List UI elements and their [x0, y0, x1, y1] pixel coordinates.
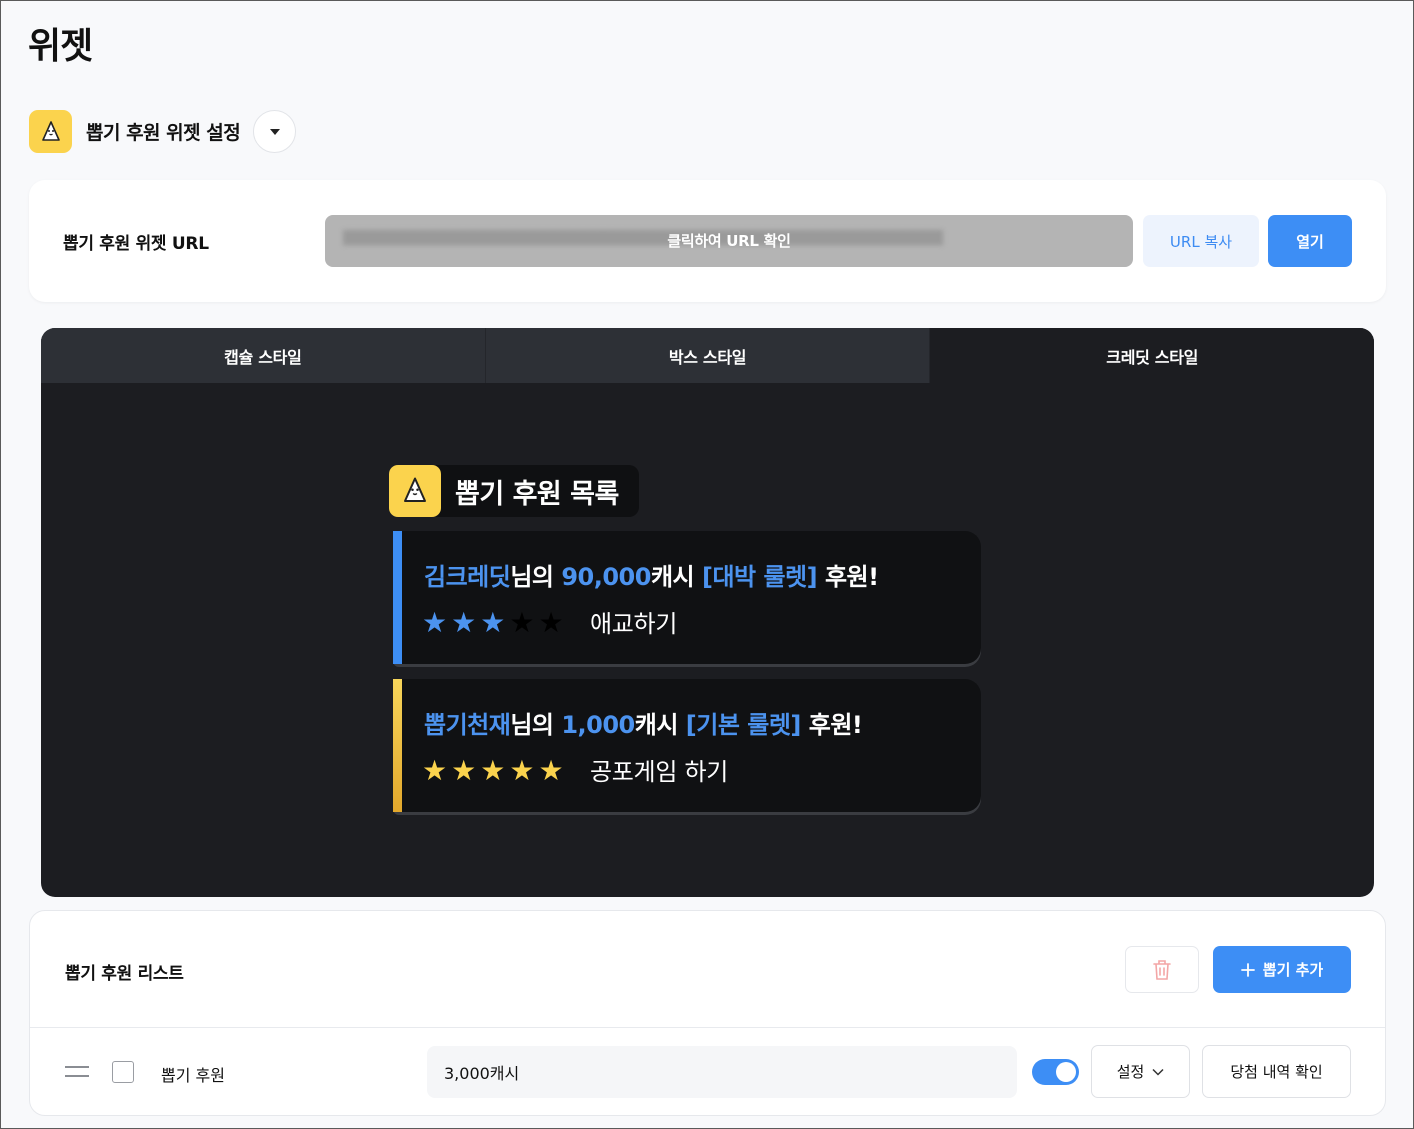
widget-preview: 캡슐 스타일 박스 스타일 크레딧 스타일 뽑기 후원 목록 김크레딧님의 90…: [41, 328, 1374, 897]
widget-url-label: 뽑기 후원 위젯 URL: [63, 234, 209, 254]
widget-selector: 뽑기 후원 위젯 설정: [29, 110, 297, 153]
star-filled-icon: ★: [538, 754, 564, 787]
star-empty-icon: ★: [509, 606, 535, 639]
widget-url-card: 뽑기 후원 위젯 URL ███████████████████████████…: [29, 180, 1386, 302]
widget-dropdown-button[interactable]: [253, 110, 297, 153]
toggle-knob: [1056, 1062, 1076, 1082]
star-filled-icon: ★: [509, 754, 535, 787]
entry-description: 애교하기: [590, 610, 678, 638]
trash-icon: [1153, 959, 1171, 980]
star-filled-icon: ★: [480, 754, 506, 787]
star-filled-icon: ★: [451, 754, 477, 787]
divider: [30, 1027, 1385, 1028]
entry-message: 뽑기천재님의 1,000캐시 [기본 룰렛] 후원!: [424, 711, 863, 739]
entry-accent-bar: [393, 531, 402, 664]
caret-down-icon: [269, 128, 280, 135]
donation-entry: 뽑기천재님의 1,000캐시 [기본 룰렛] 후원! ★ ★ ★ ★ ★ 공포게임 하기: [393, 679, 981, 812]
enable-toggle[interactable]: [1032, 1059, 1079, 1085]
entry-message: 김크레딧님의 90,000캐시 [대박 룰렛] 후원!: [424, 563, 879, 591]
donation-list-card: 뽑기 후원 리스트 뽑기 추가 뽑기 후원 3,000캐시 설정 당첨 내역 확…: [29, 910, 1386, 1116]
style-tabs: 캡슐 스타일 박스 스타일 크레딧 스타일: [41, 328, 1374, 383]
tab-box-style[interactable]: 박스 스타일: [484, 328, 930, 383]
star-filled-icon: ★: [451, 606, 477, 639]
add-draw-label: 뽑기 추가: [1262, 961, 1324, 979]
settings-label: 설정: [1116, 1063, 1145, 1081]
widget-url-field[interactable]: ████████████████████████████████████████…: [325, 215, 1133, 267]
row-name: 뽑기 후원: [161, 1066, 225, 1085]
tab-capsule-style[interactable]: 캡슐 스타일: [41, 328, 485, 383]
plus-icon: [1240, 962, 1255, 977]
open-url-button[interactable]: 열기: [1268, 215, 1352, 267]
amount-input[interactable]: 3,000캐시: [427, 1046, 1017, 1098]
donation-widget: 뽑기 후원 목록 김크레딧님의 90,000캐시 [대박 룰렛] 후원! ★ ★ ★…: [389, 465, 981, 812]
chevron-down-icon: [1152, 1068, 1164, 1076]
copy-url-button[interactable]: URL 복사: [1143, 215, 1259, 267]
widget-header: 뽑기 후원 목록: [389, 465, 639, 517]
star-filled-icon: ★: [422, 754, 448, 787]
widget-title: 뽑기 후원 목록: [455, 478, 619, 510]
add-draw-button[interactable]: 뽑기 추가: [1213, 946, 1351, 993]
rating-stars: ★ ★ ★ ★ ★: [422, 609, 564, 637]
entry-description: 공포게임 하기: [590, 758, 729, 786]
list-title: 뽑기 후원 리스트: [65, 964, 184, 984]
win-history-button[interactable]: 당첨 내역 확인: [1202, 1045, 1351, 1098]
donation-entry: 김크레딧님의 90,000캐시 [대박 룰렛] 후원! ★ ★ ★ ★ ★ 애교하기: [393, 531, 981, 664]
star-filled-icon: ★: [480, 606, 506, 639]
url-reveal-text: 클릭하여 URL 확인: [667, 232, 791, 250]
delete-button[interactable]: [1125, 946, 1199, 993]
tab-credit-style[interactable]: 크레딧 스타일: [929, 328, 1374, 383]
page-title: 위젯: [28, 26, 93, 67]
drag-handle-icon[interactable]: [65, 1066, 89, 1084]
row-checkbox[interactable]: [112, 1061, 134, 1083]
settings-button[interactable]: 설정: [1091, 1045, 1190, 1098]
star-empty-icon: ★: [538, 606, 564, 639]
star-filled-icon: ★: [422, 606, 448, 639]
mascot-icon: [29, 110, 72, 153]
entry-accent-bar: [393, 679, 402, 812]
widget-selector-label: 뽑기 후원 위젯 설정: [86, 122, 241, 144]
mascot-icon: [389, 465, 441, 517]
rating-stars: ★ ★ ★ ★ ★: [422, 757, 564, 785]
